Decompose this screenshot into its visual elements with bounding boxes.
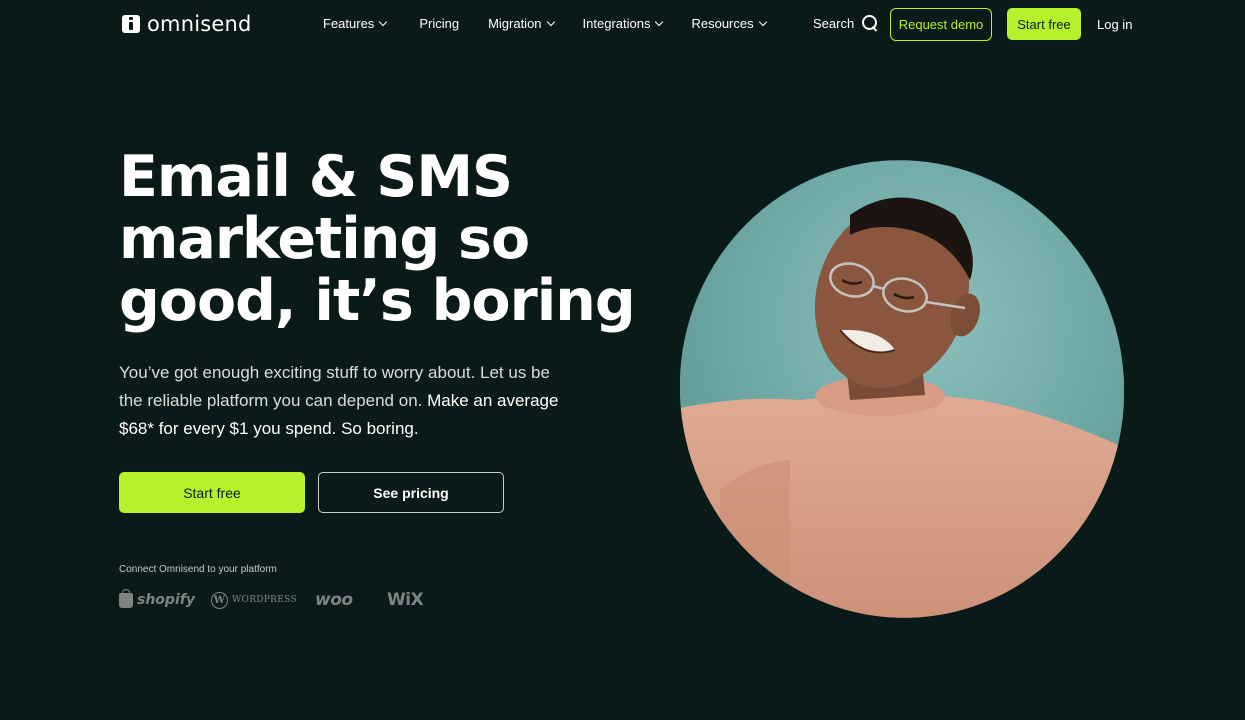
omnisend-logo-icon xyxy=(122,15,140,33)
see-pricing-button[interactable]: See pricing xyxy=(318,472,504,513)
search-button[interactable]: Search xyxy=(813,15,879,32)
hero-start-free-button[interactable]: Start free xyxy=(119,472,305,513)
wix-text: WiX xyxy=(387,590,424,610)
nav-integrations[interactable]: Integrations xyxy=(582,16,664,31)
hero-headline: Email & SMS marketing so good, it’s bori… xyxy=(119,146,639,332)
shopify-text: shopify xyxy=(137,592,195,608)
wix-logo[interactable]: WiX xyxy=(387,590,424,610)
nav-pricing[interactable]: Pricing xyxy=(419,16,459,31)
main-nav: Features Pricing Migration Integrations … xyxy=(323,16,767,31)
connect-platform-label: Connect Omnisend to your platform xyxy=(119,564,277,575)
nav-resources[interactable]: Resources xyxy=(691,16,767,31)
wordpress-logo[interactable]: W WordPress xyxy=(211,591,315,609)
hero-subtext: You’ve got enough exciting stuff to worr… xyxy=(119,359,559,443)
shopify-logo[interactable]: shopify xyxy=(119,588,211,608)
logo-text: omnisend xyxy=(147,12,252,36)
nav-integrations-label: Integrations xyxy=(582,16,651,31)
nav-migration[interactable]: Migration xyxy=(488,16,555,31)
nav-resources-label: Resources xyxy=(691,16,754,31)
login-link[interactable]: Log in xyxy=(1097,17,1132,32)
omnisend-logo[interactable]: omnisend xyxy=(122,12,252,36)
chevron-down-icon xyxy=(546,17,555,26)
laughing-man-illustration xyxy=(670,160,1150,630)
wordpress-text: WordPress xyxy=(232,595,297,605)
chevron-down-icon xyxy=(655,17,664,26)
search-icon xyxy=(862,15,879,32)
nav-pricing-label: Pricing xyxy=(419,16,460,31)
chevron-down-icon xyxy=(758,17,767,26)
shopify-bag-icon xyxy=(119,588,133,608)
platform-logos: shopify W WordPress woo WiX xyxy=(119,588,424,610)
header-start-free-button[interactable]: Start free xyxy=(1007,8,1081,40)
nav-migration-label: Migration xyxy=(488,16,542,31)
nav-features-label: Features xyxy=(323,16,375,31)
headline-line-1: Email & SMS xyxy=(119,144,513,210)
wordpress-icon: W xyxy=(211,591,228,609)
woo-logo[interactable]: woo xyxy=(315,590,387,610)
woo-text: woo xyxy=(315,590,353,610)
headline-line-2: marketing so xyxy=(119,206,530,272)
request-demo-button[interactable]: Request demo xyxy=(890,8,992,41)
nav-features[interactable]: Features xyxy=(323,16,388,31)
headline-line-3: good, it’s boring xyxy=(119,268,636,334)
chevron-down-icon xyxy=(379,17,388,26)
search-label: Search xyxy=(813,16,855,31)
site-header: omnisend Features Pricing Migration Inte… xyxy=(0,0,1245,50)
hero-photo xyxy=(644,125,1161,653)
